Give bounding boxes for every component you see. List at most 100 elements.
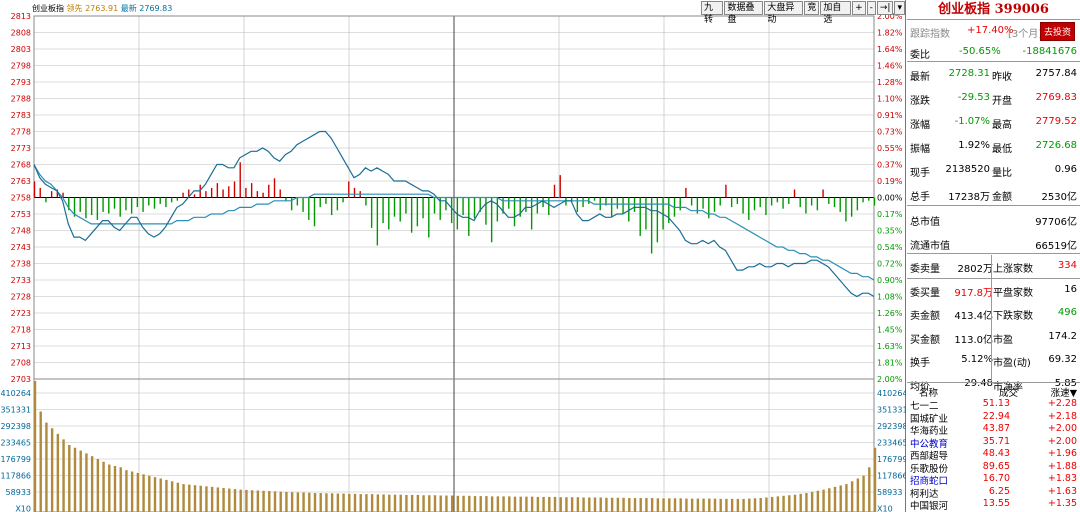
quote-row: 现手 2138520 量比 0.96 [907,159,1080,179]
stat-value: 69.32 [1048,354,1077,365]
stat-row: 买金额 113.0亿 市盈 174.2 [907,326,1080,346]
pct-tick-label: 0.72% [877,260,903,269]
quote-value: -29.53 [957,92,990,103]
pct-tick-label: 0.55% [877,144,903,153]
quote-panel: 创业板指 399006 跟踪指数 +17.40% [3个月] 去投资 委比 -50… [907,0,1080,512]
pct-tick-label: 2.00% [877,375,903,384]
stat-value: 2802万 [957,264,993,275]
quote-row: 最新 2728.31 昨收 2757.84 [907,63,1080,83]
price-tick-label: 2733 [11,276,31,285]
stat-row: 委卖量 2802万 上涨家数 334 [907,255,1080,275]
quote-label: 昨收 [992,72,1012,83]
toolbar-button[interactable]: 竞 [804,1,820,15]
volume-tick-label: 58933 [6,488,31,497]
price-tick-label: 2743 [11,243,31,252]
pct-tick-label: 0.54% [877,243,903,252]
stock-change: +2.18 [1047,410,1077,422]
price-tick-label: 2768 [11,161,31,170]
price-tick-label: 2798 [11,62,31,71]
price-tick-label: 2813 [11,12,31,21]
toolbar-button[interactable]: 九转 [701,1,724,25]
quote-value: 0.96 [1054,164,1077,175]
stat-label: 卖金额 [910,311,940,322]
toolbar-button[interactable]: →| [876,1,894,15]
pct-tick-label: 0.00% [877,194,903,203]
stock-price: 16.70 [982,473,1010,484]
stock-row[interactable]: 招商蛇口 16.70 +1.83 [907,473,1080,487]
quote-label: 现手 [910,168,930,179]
toolbar-button[interactable]: 大盘异动 [764,1,804,25]
volume-tick-label: 176799 [877,455,906,464]
stock-price: 35.71 [982,435,1010,447]
invest-button[interactable]: 去投资 [1040,22,1076,41]
stock-row[interactable]: 国城矿业 22.94 +2.18 [907,410,1080,425]
stock-change: +1.96 [1047,448,1077,459]
stock-row[interactable]: 乐歌股份 89.65 +1.88 [907,461,1080,475]
stock-change: +1.83 [1047,473,1077,484]
stock-change: +1.35 [1047,498,1077,509]
pct-tick-label: 1.10% [877,95,903,104]
pct-tick-label: 0.17% [877,210,903,219]
price-tick-label: 2703 [11,375,31,384]
volume-tick-label: X10 [877,505,893,512]
toolbar-button[interactable]: + [852,1,866,15]
stock-row[interactable]: 柯利达 6.25 +1.63 [907,485,1080,500]
col-deal: 成交 [999,388,1019,399]
price-tick-label: 2758 [11,194,31,203]
quote-label: 振幅 [910,144,930,155]
price-tick-label: 2773 [11,144,31,153]
index-name: 创业板指 [32,4,64,13]
price-tick-label: 2708 [11,359,31,368]
pct-tick-label: 0.73% [877,128,903,137]
toolbar-button[interactable]: 加自选 [820,1,852,25]
stock-row[interactable]: 中公教育 35.71 +2.00 [907,435,1080,450]
volume-tick-label: 176799 [0,455,31,464]
divider [907,253,1080,254]
quote-value: 1.92% [958,140,990,151]
price-tick-label: 2778 [11,128,31,137]
quote-label: 开盘 [992,96,1012,107]
pct-tick-label: 1.64% [877,45,903,54]
volume-tick-label: X10 [15,505,31,512]
stock-list-header: 名称 成交 涨速▼ [907,385,1080,399]
divider [907,382,1080,383]
stock-change: +1.63 [1047,485,1077,497]
price-tick-label: 2748 [11,227,31,236]
divider [907,61,1080,62]
toolbar-button[interactable]: - [866,1,876,15]
stock-price: 6.25 [988,485,1010,497]
quote-row: 总手 17238万 金额 2530亿 [907,183,1080,203]
toolbar-button[interactable]: 数据叠盘 [724,1,764,25]
track-period: [3个月] [1008,29,1043,40]
divider [907,205,1080,206]
stat-row: 委买量 917.8万 平盘家数 16 [907,279,1080,299]
quote-label: 最新 [910,72,930,83]
col-change[interactable]: 涨速▼ [1051,385,1077,399]
stock-row[interactable]: 西部超导 48.43 +1.96 [907,448,1080,462]
intraday-chart[interactable]: 2813 2.00% 2808 1.82% 2803 1.64% 2798 1.46% 2793… [0,0,906,512]
market-cap-row: 总市值 97706亿 [907,208,1080,228]
stock-price: 51.13 [982,398,1010,409]
pct-tick-label: 1.46% [877,62,903,71]
stock-row[interactable]: 华海药业 43.87 +2.00 [907,423,1080,437]
stock-row[interactable]: 七一二 51.13 +2.28 [907,398,1080,412]
quote-label: 总手 [910,192,930,203]
col-name: 名称 [919,388,939,399]
volume-tick-label: 410264 [877,389,906,398]
quote-label: 最低 [992,144,1012,155]
pct-tick-label: 0.19% [877,177,903,186]
chart-toolbar: 九转 数据叠盘 大盘异动竞加自选 + - →| ▾ [700,1,905,25]
stat-label: 平盘家数 [993,287,1033,299]
stat-row: 换手 5.12% 市盈(动) 69.32 [907,349,1080,369]
stock-row[interactable]: 中国银河 13.55 +1.35 [907,498,1080,512]
volume-tick-label: 58933 [877,488,902,497]
cap-value: 97706亿 [1035,217,1077,228]
price-tick-label: 2713 [11,342,31,351]
stat-value: 413.4亿 [954,311,993,322]
quote-value: -1.07% [954,116,990,127]
stock-name: 中国银河 [910,501,949,512]
toolbar-button[interactable]: ▾ [894,1,905,15]
stat-label: 换手 [910,358,930,369]
price-tick-label: 2783 [11,111,31,120]
quote-label: 涨跌 [910,96,930,107]
